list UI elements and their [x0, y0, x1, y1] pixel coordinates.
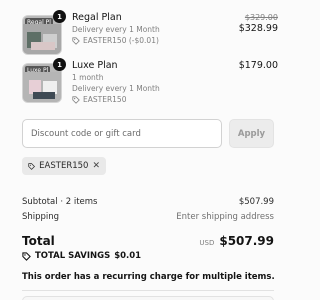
item-name: Regal Plan — [72, 12, 122, 23]
quantity-badge: 1 — [53, 10, 66, 23]
original-price: $329.00 — [244, 13, 278, 22]
currency-code: USD — [199, 239, 215, 247]
applied-code-text: EASTER150 — [39, 161, 89, 171]
item-discount-text: EASTER150 — [83, 95, 127, 104]
item-frequency-short: 1 month — [72, 73, 104, 82]
tag-icon — [28, 162, 35, 170]
subtotal-label: Subtotal · 2 items — [22, 197, 98, 207]
total-value: $507.99 — [219, 234, 274, 248]
item-discount: EASTER150 — [72, 94, 227, 105]
tag-icon — [72, 95, 80, 104]
item-discount-text: EASTER150 (-$0.01) — [83, 36, 159, 45]
divider — [22, 290, 274, 291]
total-label: Total — [22, 234, 55, 248]
item-frequency: Delivery every 1 Month — [72, 84, 160, 93]
item-price: $179.00 — [238, 60, 278, 71]
shipping-row: Shipping Enter shipping address — [22, 212, 274, 222]
shipping-label: Shipping — [22, 212, 60, 222]
item-name: Luxe Plan — [72, 60, 118, 71]
product-image — [23, 72, 61, 102]
tag-icon — [22, 251, 31, 261]
recurring-charge-note: This order has a recurring charge for mu… — [22, 272, 275, 282]
total-savings: TOTAL SAVINGS $0.01 — [22, 251, 141, 261]
cart-item-luxe: Luxe Pl 1 Luxe Plan 1 month Delivery eve… — [22, 58, 278, 105]
tag-icon — [72, 36, 80, 45]
product-image — [23, 24, 61, 54]
discount-code-input[interactable]: Discount code or gift card — [22, 119, 222, 148]
subtotal-value: $507.99 — [238, 197, 274, 207]
shipping-value: Enter shipping address — [176, 212, 274, 222]
remove-discount-icon[interactable]: ✕ — [92, 161, 100, 171]
apply-button[interactable]: Apply — [229, 119, 274, 148]
item-frequency: Delivery every 1 Month — [72, 25, 160, 34]
savings-label: TOTAL SAVINGS — [35, 251, 111, 261]
total-row: Total USD $507.99 — [22, 234, 274, 248]
cart-item-regal: Regal Pl 1 Regal Plan Delivery every 1 M… — [22, 10, 278, 55]
next-section-container — [22, 296, 274, 300]
item-discount: EASTER150 (-$0.01) — [72, 35, 227, 46]
applied-discount-chip: EASTER150 ✕ — [22, 157, 106, 175]
subtotal-row: Subtotal · 2 items $507.99 — [22, 197, 274, 207]
item-price: $328.99 — [238, 23, 278, 34]
savings-value: $0.01 — [114, 251, 142, 261]
quantity-badge: 1 — [53, 58, 66, 71]
